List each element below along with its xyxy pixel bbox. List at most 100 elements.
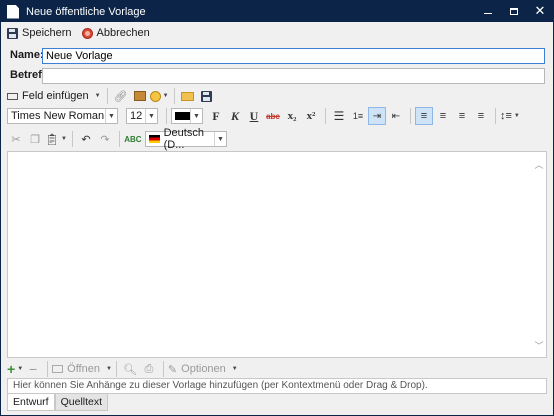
image-icon[interactable]	[131, 87, 149, 105]
folder-icon[interactable]	[179, 87, 197, 105]
scroll-down-icon[interactable]: ﹀	[534, 341, 544, 351]
print-icon[interactable]: ⎙	[140, 360, 158, 378]
toolbar-divider	[325, 108, 326, 124]
save-template-icon[interactable]	[198, 87, 216, 105]
smiley-icon	[149, 90, 161, 102]
underline-button[interactable]: U	[245, 107, 263, 125]
chevron-down-icon: ▼	[105, 366, 112, 372]
align-right-icon[interactable]: ≡	[453, 107, 471, 125]
subject-row: Betreff:	[10, 69, 50, 81]
add-attachment-button[interactable]: + ▼	[7, 360, 23, 378]
font-family-select[interactable]: Times New Roman ▼	[7, 108, 118, 124]
attachment-drop-area[interactable]: Hier können Sie Anhänge zu dieser Vorlag…	[7, 378, 547, 394]
title-bar: Neue öffentliche Vorlage ✕	[1, 1, 553, 22]
cancel-label: Abbrechen	[96, 27, 150, 39]
maximize-icon	[510, 8, 518, 15]
numbered-list-icon[interactable]: 1≡	[349, 107, 367, 125]
chevron-down-icon: ▼	[94, 93, 101, 99]
bullet-list-icon[interactable]: ☰	[330, 107, 348, 125]
open-label: Öffnen	[67, 363, 100, 375]
scroll-up-icon[interactable]: ︿	[534, 160, 544, 170]
minimize-button[interactable]	[475, 1, 501, 22]
plus-icon: +	[7, 361, 16, 377]
options-label: Optionen	[181, 363, 226, 375]
language-select[interactable]: Deutsch (D... ▼	[144, 127, 227, 151]
field-insert-label: Feld einfügen	[22, 90, 89, 102]
paste-button[interactable]: 📋︎ ▼	[45, 130, 67, 148]
copy-icon[interactable]: ❐	[26, 130, 44, 148]
font-family-value: Times New Roman	[11, 110, 105, 122]
link-icon[interactable]: 🔗︎	[112, 87, 130, 105]
close-button[interactable]: ✕	[527, 1, 553, 22]
field-insert-button[interactable]: Feld einfügen ▼	[7, 90, 101, 102]
chevron-down-icon: ▼	[231, 366, 238, 372]
cancel-button[interactable]: Abbrechen	[81, 27, 150, 39]
subject-input[interactable]	[42, 68, 545, 84]
emoji-button[interactable]: ▼	[149, 87, 169, 105]
toolbar-divider	[118, 131, 120, 147]
indent-icon[interactable]: ⇥	[368, 107, 386, 125]
save-label: Speichern	[22, 27, 72, 39]
line-spacing-button[interactable]: ↕≡ ▼	[500, 107, 520, 125]
editor-area[interactable]: ︿ ﹀	[7, 151, 547, 358]
line-spacing-icon: ↕≡	[500, 110, 512, 122]
edit-icon: ✎	[167, 363, 178, 376]
subscript-button[interactable]: x₂	[283, 107, 301, 125]
outdent-icon[interactable]: ⇤	[387, 107, 405, 125]
open-button[interactable]: Öffnen ▼	[52, 363, 112, 375]
chevron-down-icon: ▼	[60, 136, 67, 142]
align-left-icon[interactable]: ≡	[415, 107, 433, 125]
name-input[interactable]	[42, 48, 545, 64]
chevron-down-icon: ▼	[213, 132, 226, 146]
toolbar-divider	[410, 108, 411, 124]
bold-button[interactable]: F	[207, 107, 225, 125]
chevron-down-icon: ▼	[513, 113, 520, 119]
options-button[interactable]: ✎ Optionen ▼	[168, 363, 238, 376]
align-center-icon[interactable]: ≡	[434, 107, 452, 125]
paste-icon: 📋︎	[45, 133, 59, 146]
toolbar-divider	[106, 88, 108, 104]
superscript-button[interactable]: x²	[302, 107, 320, 125]
chevron-down-icon: ▼	[105, 109, 117, 123]
subject-label: Betreff:	[10, 69, 50, 81]
cancel-icon	[81, 27, 93, 39]
german-flag-icon	[148, 135, 160, 143]
spellcheck-icon[interactable]: ABC	[124, 130, 142, 148]
tab-quelltext[interactable]: Quelltext	[54, 394, 109, 411]
font-size-value: 12	[130, 110, 143, 122]
save-button[interactable]: Speichern	[7, 27, 72, 39]
color-swatch	[175, 112, 190, 120]
vertical-scrollbar[interactable]: ︿ ﹀	[532, 152, 546, 357]
name-label: Name:	[10, 49, 44, 61]
toolbar-divider	[115, 361, 117, 377]
edit-toolbar: ✂ ❐ 📋︎ ▼ ↶ ↷ ABC Deutsch (D... ▼	[7, 127, 231, 151]
maximize-button[interactable]	[501, 1, 527, 22]
italic-button[interactable]: K	[226, 107, 244, 125]
window-title: Neue öffentliche Vorlage	[26, 5, 146, 18]
toolbar-divider	[166, 108, 167, 124]
action-bar: Speichern Abbrechen	[7, 25, 150, 41]
chevron-down-icon: ▼	[162, 93, 169, 99]
document-icon	[7, 4, 19, 19]
open-folder-icon	[52, 365, 64, 373]
format-toolbar: Times New Roman ▼ 12 ▼ ▼ F K U abc x₂ x²…	[7, 106, 521, 126]
tab-entwurf[interactable]: Entwurf	[7, 394, 55, 411]
minimize-icon	[484, 12, 492, 14]
strikethrough-button[interactable]: abc	[264, 107, 282, 125]
undo-icon[interactable]: ↶	[77, 130, 95, 148]
minus-icon[interactable]: −	[24, 360, 42, 378]
insert-toolbar: Feld einfügen ▼ 🔗︎ ▼	[7, 86, 217, 106]
attachment-toolbar: + ▼ − Öffnen ▼ 🔍︎ ⎙ ✎ Optionen ▼	[7, 360, 238, 378]
align-justify-icon[interactable]: ≡	[472, 107, 490, 125]
chevron-down-icon: ▼	[145, 109, 157, 123]
save-icon	[7, 27, 18, 39]
search-icon[interactable]: 🔍︎	[121, 360, 139, 378]
text-color-select[interactable]: ▼	[171, 108, 203, 124]
cut-icon[interactable]: ✂	[7, 130, 25, 148]
field-icon	[7, 92, 18, 100]
toolbar-divider	[173, 88, 175, 104]
font-size-select[interactable]: 12 ▼	[126, 108, 158, 124]
redo-icon[interactable]: ↷	[96, 130, 114, 148]
toolbar-divider	[71, 131, 73, 147]
toolbar-divider	[495, 108, 496, 124]
